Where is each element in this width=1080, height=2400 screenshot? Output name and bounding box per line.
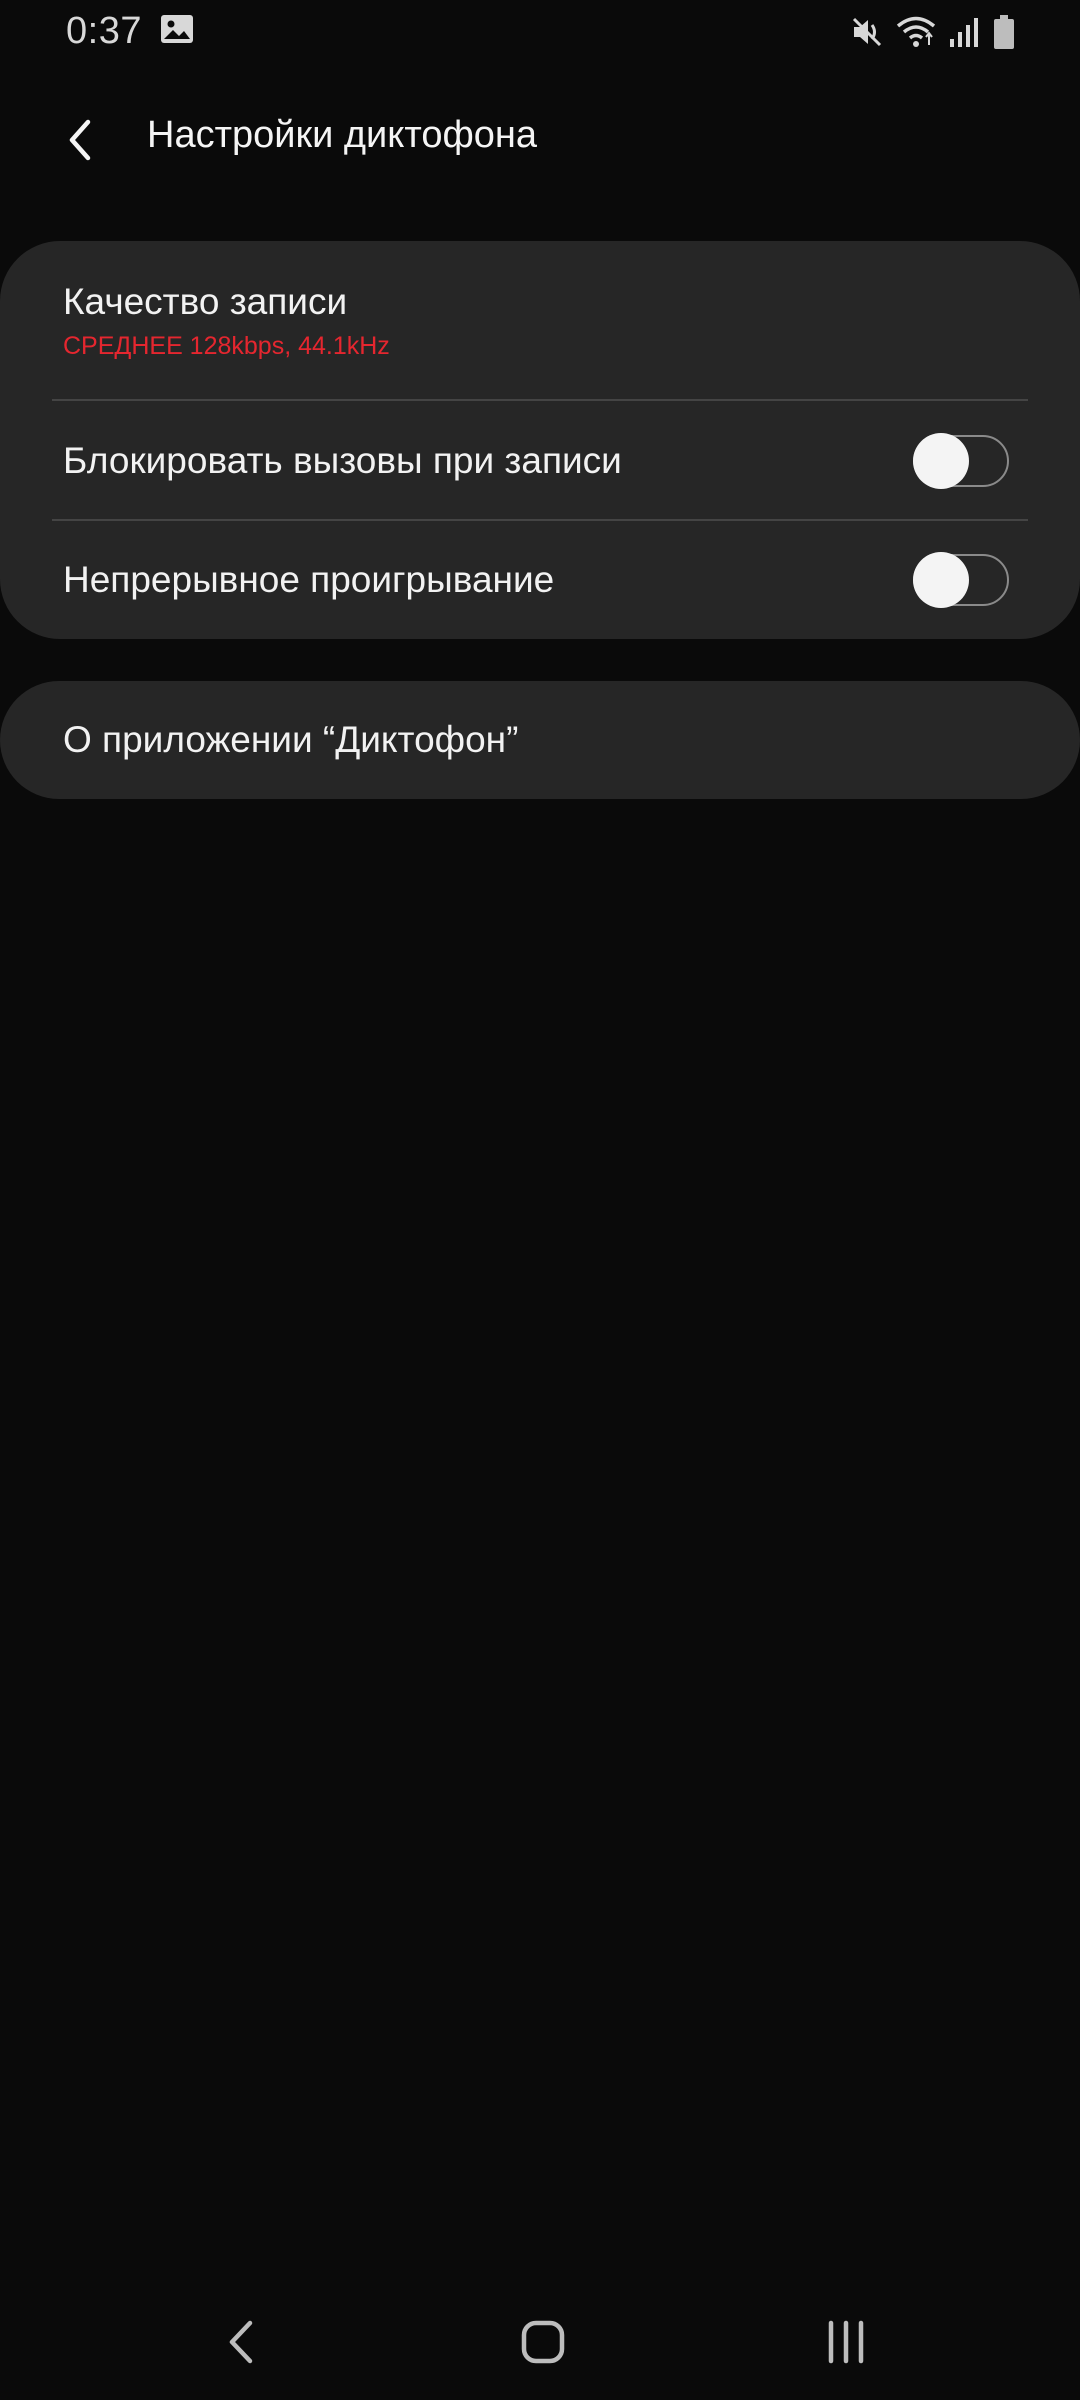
nav-home-button[interactable] bbox=[503, 2302, 583, 2382]
recents-icon bbox=[828, 2320, 864, 2364]
app-header: Настройки диктофона bbox=[0, 96, 1080, 180]
nav-back-button[interactable] bbox=[202, 2302, 282, 2382]
setting-title: Блокировать вызовы при записи bbox=[63, 439, 622, 481]
back-icon bbox=[229, 2320, 253, 2364]
about-title: О приложении “Диктофон” bbox=[63, 719, 519, 760]
mute-icon bbox=[850, 15, 884, 49]
block-calls-toggle[interactable] bbox=[913, 432, 1009, 489]
settings-card: Качество записи СРЕДНЕЕ 128kbps, 44.1kHz… bbox=[0, 241, 1080, 639]
status-time: 0:37 bbox=[66, 10, 142, 52]
toggle-knob bbox=[913, 552, 969, 608]
setting-recording-quality[interactable]: Качество записи СРЕДНЕЕ 128kbps, 44.1kHz bbox=[0, 241, 1080, 400]
about-card: О приложении “Диктофон” bbox=[0, 681, 1080, 799]
continuous-play-toggle[interactable] bbox=[913, 552, 1009, 608]
nav-recents-button[interactable] bbox=[806, 2302, 886, 2382]
navigation-bar bbox=[0, 2280, 1080, 2400]
setting-title: Качество записи bbox=[63, 281, 348, 322]
page-title: Настройки диктофона bbox=[147, 114, 537, 156]
setting-title: Непрерывное проигрывание bbox=[63, 559, 555, 600]
status-bar: 0:37 bbox=[0, 0, 1080, 64]
setting-continuous-play[interactable]: Непрерывное проигрывание bbox=[0, 521, 1080, 639]
setting-value: СРЕДНЕЕ 128kbps, 44.1kHz bbox=[63, 332, 390, 360]
wifi-icon bbox=[896, 15, 936, 49]
battery-icon bbox=[992, 14, 1016, 50]
chevron-left-icon bbox=[69, 119, 91, 161]
home-icon bbox=[521, 2320, 565, 2364]
status-icons bbox=[850, 12, 1016, 52]
gallery-icon bbox=[160, 14, 194, 44]
about-app-item[interactable]: О приложении “Диктофон” bbox=[0, 681, 1080, 799]
setting-block-calls[interactable]: Блокировать вызовы при записи bbox=[0, 401, 1080, 520]
toggle-knob bbox=[913, 432, 969, 489]
back-button[interactable] bbox=[48, 108, 112, 172]
signal-icon bbox=[948, 15, 980, 49]
